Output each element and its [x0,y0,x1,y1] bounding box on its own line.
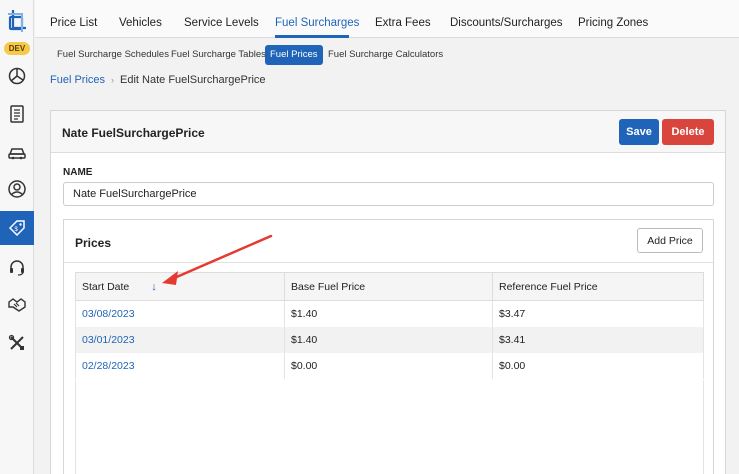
edit-panel: Nate FuelSurchargePrice Save Delete NAME… [50,110,726,474]
document-icon[interactable] [0,97,34,131]
sort-descending-icon[interactable]: ↓ [151,281,157,293]
reference-fuel-price-cell: $3.41 [492,326,704,353]
price-tag-icon[interactable]: $ [0,211,34,245]
subtab-fuel-surcharge-calculators[interactable]: Fuel Surcharge Calculators [323,45,448,65]
logo-icon[interactable] [6,8,28,34]
base-fuel-price-cell: $1.40 [284,300,493,327]
active-tab-indicator [275,35,349,38]
tab-vehicles[interactable]: Vehicles [119,17,162,29]
start-date-link[interactable]: 03/08/2023 [75,300,285,327]
top-nav: Price List Vehicles Service Levels Fuel … [35,0,739,38]
column-label: Reference Fuel Price [499,280,598,293]
sub-nav: Fuel Surcharge Schedules Fuel Surcharge … [35,39,739,71]
prices-table: Start Date ↓ Base Fuel Price Reference Fu… [75,272,704,379]
dashboard-icon[interactable] [0,59,34,93]
handshake-icon[interactable] [0,287,34,321]
breadcrumb-parent-link[interactable]: Fuel Prices [50,74,105,86]
breadcrumb-current: Edit Nate FuelSurchargePrice [120,74,266,86]
column-header-base-fuel-price[interactable]: Base Fuel Price [284,272,493,301]
prices-divider [64,262,713,263]
column-label: Base Fuel Price [291,280,366,293]
table-row[interactable]: 03/01/2023 $1.40 $3.41 [75,326,704,353]
base-fuel-price-cell: $1.40 [284,326,493,353]
delete-button[interactable]: Delete [662,119,714,145]
tab-fuel-surcharges[interactable]: Fuel Surcharges [275,17,359,29]
left-sidebar: DEV $ [0,0,34,474]
column-header-reference-fuel-price[interactable]: Reference Fuel Price [492,272,704,301]
tab-service-levels[interactable]: Service Levels [184,17,259,29]
add-price-button[interactable]: Add Price [637,228,703,253]
svg-text:$: $ [15,227,19,233]
panel-title: Nate FuelSurchargePrice [62,126,205,140]
car-icon[interactable] [0,135,34,169]
save-button[interactable]: Save [619,119,659,145]
prices-title: Prices [75,236,112,250]
table-row[interactable]: 02/28/2023 $0.00 $0.00 [75,352,704,379]
subtab-fuel-surcharge-schedules[interactable]: Fuel Surcharge Schedules [52,45,174,65]
headset-icon[interactable] [0,250,34,284]
table-empty-area [75,380,704,474]
start-date-link[interactable]: 03/01/2023 [75,326,285,353]
tab-discounts-surcharges[interactable]: Discounts/Surcharges [450,17,563,29]
name-input[interactable] [63,182,714,206]
base-fuel-price-cell: $0.00 [284,352,493,379]
table-row[interactable]: 03/08/2023 $1.40 $3.47 [75,300,704,327]
panel-header: Nate FuelSurchargePrice Save Delete [51,111,725,153]
tab-price-list[interactable]: Price List [50,17,97,29]
subtab-fuel-prices[interactable]: Fuel Prices [265,45,323,65]
start-date-link[interactable]: 02/28/2023 [75,352,285,379]
column-label: Start Date [82,280,130,293]
tab-extra-fees[interactable]: Extra Fees [375,17,431,29]
tab-pricing-zones[interactable]: Pricing Zones [578,17,648,29]
breadcrumb: Fuel Prices › Edit Nate FuelSurchargePrice [50,74,266,86]
reference-fuel-price-cell: $0.00 [492,352,704,379]
tools-icon[interactable] [0,326,34,360]
subtab-fuel-surcharge-tables[interactable]: Fuel Surcharge Tables [166,45,271,65]
reference-fuel-price-cell: $3.47 [492,300,704,327]
prices-section: Prices Add Price Start Date ↓ Base Fuel P… [63,219,714,474]
name-label: NAME [63,167,93,178]
table-header-row: Start Date ↓ Base Fuel Price Reference Fu… [75,272,704,301]
user-icon[interactable] [0,172,34,206]
breadcrumb-separator: › [111,75,115,85]
column-header-start-date[interactable]: Start Date ↓ [75,272,285,301]
env-badge: DEV [4,42,30,55]
